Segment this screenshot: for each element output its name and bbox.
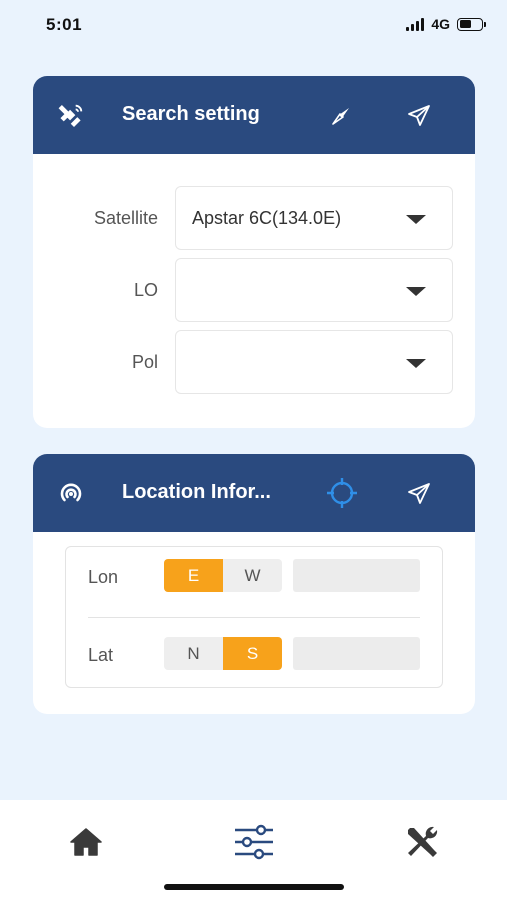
lo-row: LO (33, 258, 475, 322)
pol-label: Pol (131, 352, 158, 372)
lon-west-button[interactable]: W (223, 559, 282, 592)
search-setting-card: Search setting Satellite Apstar 6C(134.0… (33, 76, 475, 428)
location-info-card: Location Infor... Lon E W Lat N S (33, 454, 475, 714)
status-bar: 5:01 4G (0, 0, 507, 50)
tools-icon[interactable] (400, 822, 444, 862)
satellite-select[interactable]: Apstar 6C(134.0E) (175, 186, 453, 250)
lon-east-button[interactable]: E (164, 559, 223, 592)
search-setting-header: Search setting (33, 76, 475, 154)
location-info-header: Location Infor... (33, 454, 475, 532)
lo-label: LO (133, 280, 158, 300)
location-info-title: Location Infor... (122, 481, 271, 503)
satellite-value: Apstar 6C(134.0E) (192, 208, 342, 228)
gps-signal-icon (57, 480, 85, 508)
pol-select[interactable] (175, 330, 453, 394)
lon-row: Lon E W (66, 559, 444, 595)
home-icon[interactable] (64, 822, 108, 862)
lon-input[interactable] (293, 559, 420, 592)
chevron-down-icon (406, 215, 426, 224)
send-icon[interactable] (405, 102, 433, 130)
chevron-down-icon (406, 287, 426, 296)
pol-row: Pol (33, 330, 475, 394)
lat-input[interactable] (293, 637, 420, 670)
compass-icon[interactable] (327, 102, 355, 130)
satellite-icon (57, 102, 85, 130)
lat-row: Lat N S (66, 637, 444, 673)
coordinates-box: Lon E W Lat N S (65, 546, 443, 688)
status-indicators: 4G (406, 16, 486, 32)
divider (88, 617, 420, 618)
chevron-down-icon (406, 359, 426, 368)
search-setting-title: Search setting (122, 103, 260, 125)
satellite-label: Satellite (93, 208, 158, 228)
lat-label: Lat (88, 645, 114, 665)
cellular-signal-icon (406, 17, 425, 31)
satellite-row: Satellite Apstar 6C(134.0E) (33, 186, 475, 250)
battery-icon (457, 17, 486, 31)
network-type: 4G (431, 16, 450, 32)
lat-south-button[interactable]: S (223, 637, 282, 670)
sliders-icon[interactable] (232, 822, 276, 862)
status-time: 5:01 (46, 15, 83, 34)
home-indicator (164, 884, 344, 890)
lat-direction-toggle: N S (164, 637, 282, 670)
locate-icon[interactable] (325, 476, 359, 510)
lat-north-button[interactable]: N (164, 637, 223, 670)
send-icon[interactable] (405, 480, 433, 508)
lon-label: Lon (88, 567, 119, 587)
lo-select[interactable] (175, 258, 453, 322)
lon-direction-toggle: E W (164, 559, 282, 592)
